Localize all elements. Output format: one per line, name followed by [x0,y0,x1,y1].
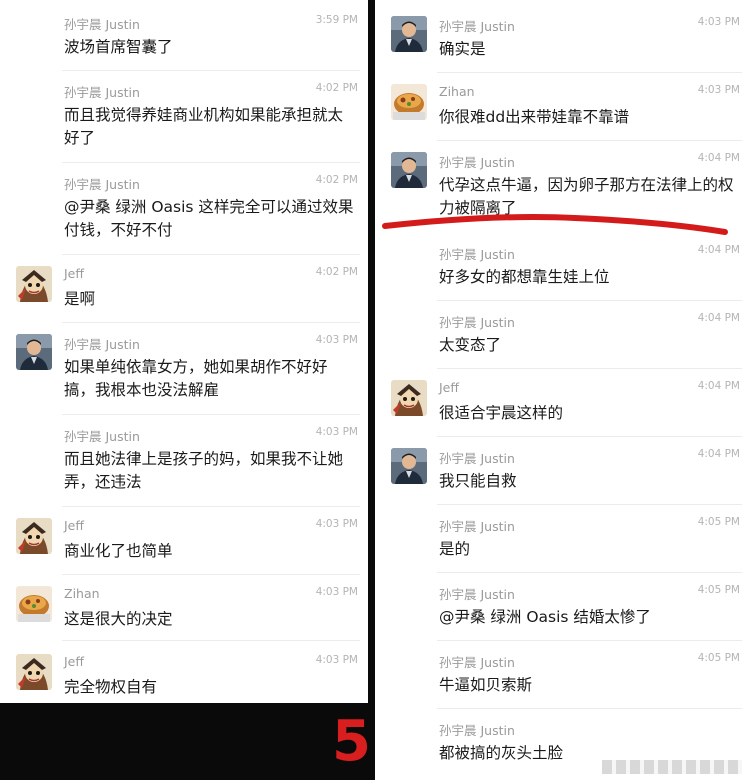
timestamp: 4:04 PM [697,448,740,460]
divider [437,572,742,573]
sender-name: 孙宇晨 Justin [439,587,515,602]
divider [437,140,742,141]
message-text: 如果单纯依靠女方，她如果胡作不好好搞，我根本也没法解雇 [64,358,328,399]
sender-name: 孙宇晨 Justin [439,155,515,170]
sender-name: 孙宇晨 Justin [439,655,515,670]
timestamp: 4:02 PM [315,174,358,186]
cartoon-avatar-icon[interactable] [16,266,52,302]
timestamp: 4:04 PM [697,244,740,256]
cartoon-avatar-icon[interactable] [16,518,52,554]
sender-name: 孙宇晨 Justin [439,315,515,330]
timestamp: 4:04 PM [697,312,740,324]
food-avatar-icon[interactable] [16,586,52,622]
timestamp: 4:05 PM [697,652,740,664]
divider [62,70,360,71]
page-number: 5 [332,709,371,774]
divider [437,504,742,505]
message-text: 商业化了也简单 [64,542,173,560]
message-text: 确实是 [439,40,486,58]
timestamp: 4:02 PM [315,82,358,94]
sender-name: 孙宇晨 Justin [439,19,515,34]
food-avatar-icon[interactable] [391,84,427,120]
divider [437,640,742,641]
message-text: @尹桑 绿洲 Oasis 结婚太惨了 [439,608,651,626]
divider [437,436,742,437]
divider [62,506,360,507]
timestamp: 4:03 PM [315,426,358,438]
message-text: 太变态了 [439,336,502,354]
message-text: 这是很大的决定 [64,610,173,628]
sender-name: Jeff [64,518,84,533]
divider [437,368,742,369]
divider [62,322,360,323]
sender-name: 孙宇晨 Justin [64,337,140,352]
timestamp: 3:59 PM [315,14,358,26]
sender-name: Jeff [64,654,84,669]
right-chat-panel: 孙宇晨 Justin 4:03 PM 确实是 Zihan 4:03 PM 你很难… [375,0,750,780]
person-avatar-icon[interactable] [391,448,427,484]
message-text: 很适合宇晨这样的 [439,404,564,422]
message-text: 你很难dd出来带娃靠不靠谱 [439,108,630,126]
message-text: 我只能自救 [439,472,517,490]
message-text: 完全物权自有 [64,678,158,696]
sender-name: 孙宇晨 Justin [64,429,140,444]
timestamp: 4:03 PM [697,16,740,28]
sender-name: 孙宇晨 Justin [64,177,140,192]
divider [437,708,742,709]
divider [62,414,360,415]
sender-name: Zihan [439,84,475,99]
cartoon-avatar-icon[interactable] [391,380,427,416]
message-text: 波场首席智囊了 [64,38,173,56]
message-text: 代孕这点牛逼，因为卵子那方在法律上的权力被隔离了 [439,176,734,217]
divider [437,72,742,73]
message-text: 好多女的都想靠生娃上位 [439,268,610,286]
sender-name: Zihan [64,586,100,601]
divider [62,574,360,575]
message-text: 牛逼如贝索斯 [439,676,533,694]
message-text: 而且她法律上是孩子的妈，如果我不让她弄，还违法 [64,450,344,491]
sender-name: Jeff [439,380,459,395]
message-text: 而且我觉得养娃商业机构如果能承担就太好了 [64,106,344,147]
sender-name: 孙宇晨 Justin [64,85,140,100]
divider [62,640,360,641]
sender-name: 孙宇晨 Justin [64,17,140,32]
timestamp: 4:03 PM [315,654,358,666]
timestamp: 4:04 PM [697,380,740,392]
left-chat-panel: 孙宇晨 Justin 3:59 PM 波场首席智囊了 孙宇晨 Justin 4:… [0,0,368,703]
sender-name: 孙宇晨 Justin [439,247,515,262]
watermark [602,760,742,774]
person-avatar-icon[interactable] [391,16,427,52]
timestamp: 4:03 PM [315,518,358,530]
timestamp: 4:02 PM [315,266,358,278]
message-text: 是的 [439,540,471,558]
timestamp: 4:03 PM [697,84,740,96]
timestamp: 4:05 PM [697,516,740,528]
message-text: @尹桑 绿洲 Oasis 这样完全可以通过效果付钱，不好不付 [64,198,354,239]
sender-name: 孙宇晨 Justin [439,519,515,534]
timestamp: 4:05 PM [697,584,740,596]
person-avatar-icon[interactable] [16,334,52,370]
timestamp: 4:03 PM [315,586,358,598]
timestamp: 4:03 PM [315,334,358,346]
divider [62,162,360,163]
divider [437,300,742,301]
cartoon-avatar-icon[interactable] [16,654,52,690]
sender-name: 孙宇晨 Justin [439,451,515,466]
divider [62,254,360,255]
timestamp: 4:04 PM [697,152,740,164]
message-text: 是啊 [64,290,96,308]
sender-name: Jeff [64,266,84,281]
person-avatar-icon[interactable] [391,152,427,188]
sender-name: 孙宇晨 Justin [439,723,515,738]
